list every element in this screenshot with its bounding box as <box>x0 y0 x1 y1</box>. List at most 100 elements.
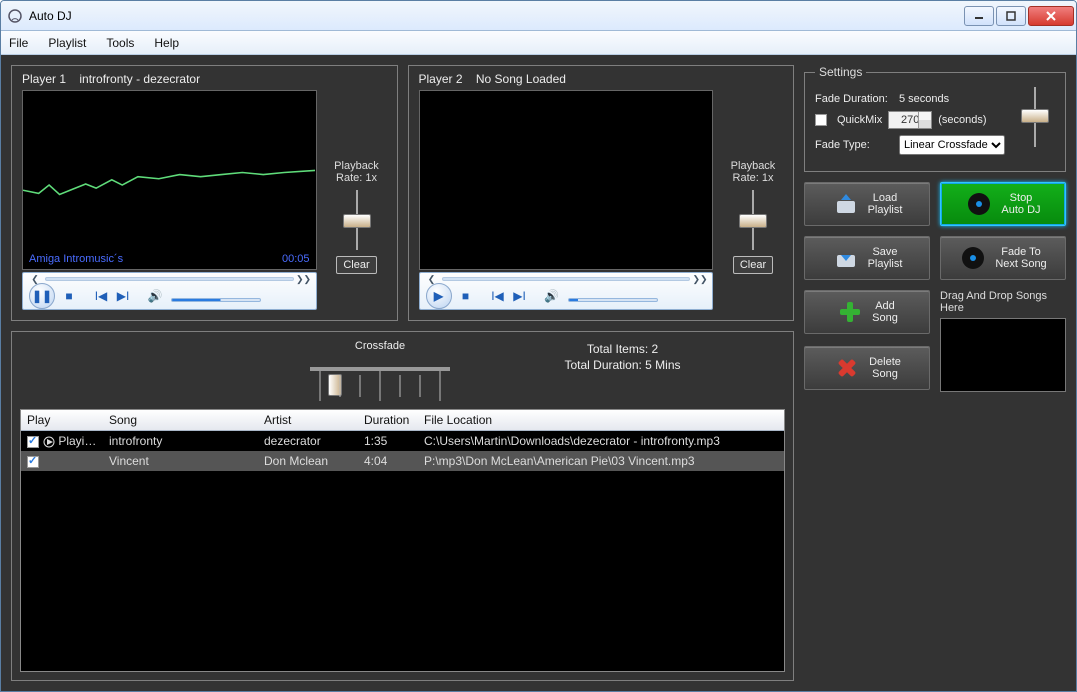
player-1-seek[interactable] <box>45 277 294 281</box>
player-2-stop-button[interactable]: ■ <box>458 288 474 304</box>
fade-duration-slider[interactable] <box>1015 87 1055 147</box>
player-2-rate-slider[interactable] <box>736 190 770 250</box>
crossfade-slider[interactable] <box>310 367 450 401</box>
settings-panel: Settings Fade Duration: 5 seconds QuickM… <box>804 65 1066 172</box>
quickmix-unit: (seconds) <box>938 114 986 126</box>
player-1-songname: introfronty - dezecrator <box>79 72 200 86</box>
settings-legend: Settings <box>815 65 866 79</box>
playing-indicator <box>43 436 55 448</box>
player-1-stop-button[interactable]: ■ <box>61 288 77 304</box>
x-icon <box>833 354 861 382</box>
player-2-mute-button[interactable]: 🔊 <box>544 288 560 304</box>
player-1-now-title: Amiga Intromusic´s <box>29 253 123 265</box>
app-window: Auto DJ File Playlist Tools Help Player … <box>0 0 1077 692</box>
row-duration: 1:35 <box>358 431 418 451</box>
fade-duration-value: 5 seconds <box>899 93 949 105</box>
add-song-button[interactable]: AddSong <box>804 290 930 334</box>
close-button[interactable] <box>1028 6 1074 26</box>
player-2-transport: ❮ ❯❯ ▶ ■ I◀ ▶I <box>419 272 714 310</box>
fade-type-select[interactable]: Linear Crossfade <box>899 135 1005 155</box>
player-2-seek[interactable] <box>442 277 691 281</box>
row-play-status: Playing <box>55 434 98 448</box>
player-2-rate-value: Rate: 1x <box>723 172 783 184</box>
player-2-playpause-button[interactable]: ▶ <box>426 283 452 309</box>
delete-song-label: DeleteSong <box>869 356 901 380</box>
total-items: Total Items: 2 <box>470 342 775 356</box>
disc-icon <box>965 190 993 218</box>
player-2-songname: No Song Loaded <box>476 72 566 86</box>
col-location[interactable]: File Location <box>418 410 784 430</box>
window-title: Auto DJ <box>29 9 962 23</box>
save-playlist-icon <box>832 244 860 272</box>
player-2-clear-button[interactable]: Clear <box>733 256 773 274</box>
player-2-seek-back-icon[interactable]: ❮ <box>426 273 438 285</box>
load-playlist-label: LoadPlaylist <box>868 192 903 216</box>
player-2-next-button[interactable]: ▶I <box>512 288 528 304</box>
row-artist: Don Mclean <box>258 451 358 471</box>
save-playlist-button[interactable]: SavePlaylist <box>804 236 930 280</box>
load-playlist-icon <box>832 190 860 218</box>
col-song[interactable]: Song <box>103 410 258 430</box>
minimize-button[interactable] <box>964 6 994 26</box>
menu-tools[interactable]: Tools <box>106 36 134 50</box>
plus-icon <box>836 298 864 326</box>
player-1-label: Player 1 <box>22 72 66 86</box>
delete-song-button[interactable]: DeleteSong <box>804 346 930 390</box>
row-duration: 4:04 <box>358 451 418 471</box>
maximize-button[interactable] <box>996 6 1026 26</box>
player-1-rate-label: Playback <box>327 160 387 172</box>
drop-area[interactable] <box>940 318 1066 392</box>
col-artist[interactable]: Artist <box>258 410 358 430</box>
player-1-volume-slider[interactable] <box>171 298 261 302</box>
row-location: C:\Users\Martin\Downloads\dezecrator - i… <box>418 431 784 451</box>
fade-next-button[interactable]: Fade ToNext Song <box>940 236 1066 280</box>
player-2-seek-fwd-icon[interactable]: ❯❯ <box>694 273 706 285</box>
total-duration: Total Duration: 5 Mins <box>470 358 775 372</box>
row-checkbox[interactable] <box>27 456 39 468</box>
row-location: P:\mp3\Don McLean\American Pie\03 Vincen… <box>418 451 784 471</box>
player-1-seek-back-icon[interactable]: ❮ <box>29 273 41 285</box>
player-1-now-time: 00:05 <box>282 253 310 265</box>
fade-type-label: Fade Type: <box>815 139 893 151</box>
row-artist: dezecrator <box>258 431 358 451</box>
client-area: Player 1 introfronty - dezecrator Amiga … <box>1 55 1076 691</box>
player-1-prev-button[interactable]: I◀ <box>93 288 109 304</box>
col-play[interactable]: Play <box>21 410 103 430</box>
menu-help[interactable]: Help <box>154 36 179 50</box>
quickmix-checkbox[interactable] <box>815 114 827 126</box>
player-1-seek-fwd-icon[interactable]: ❯❯ <box>298 273 310 285</box>
stop-autodj-button[interactable]: StopAuto DJ <box>940 182 1066 226</box>
quickmix-label: QuickMix <box>837 114 882 126</box>
menu-file[interactable]: File <box>9 36 28 50</box>
player-1-waveform[interactable]: Amiga Intromusic´s 00:05 <box>22 90 317 270</box>
titlebar: Auto DJ <box>1 1 1076 31</box>
col-duration[interactable]: Duration <box>358 410 418 430</box>
stop-autodj-label: StopAuto DJ <box>1001 192 1040 216</box>
table-row[interactable]: Playing introfrontydezecrator1:35C:\Users… <box>21 431 784 451</box>
playlist-header-row: Play Song Artist Duration File Location <box>21 410 784 431</box>
player-1-rate-slider[interactable] <box>340 190 374 250</box>
add-song-label: AddSong <box>872 300 898 324</box>
player-2-waveform[interactable] <box>419 90 714 270</box>
drop-area-label: Drag And Drop Songs Here <box>940 290 1066 314</box>
playlist-table: Play Song Artist Duration File Location … <box>20 409 785 672</box>
player-1-transport: ❮ ❯❯ ❚❚ ■ I◀ ▶I <box>22 272 317 310</box>
save-playlist-label: SavePlaylist <box>868 246 903 270</box>
player-2-prev-button[interactable]: I◀ <box>490 288 506 304</box>
player-2-volume-slider[interactable] <box>568 298 658 302</box>
player-1-mute-button[interactable]: 🔊 <box>147 288 163 304</box>
load-playlist-button[interactable]: LoadPlaylist <box>804 182 930 226</box>
quickmix-value-spinner[interactable]: 270 <box>888 111 932 129</box>
row-checkbox[interactable] <box>27 436 39 448</box>
row-song: introfronty <box>103 431 258 451</box>
table-row[interactable]: VincentDon Mclean4:04P:\mp3\Don McLean\A… <box>21 451 784 471</box>
player-1-next-button[interactable]: ▶I <box>115 288 131 304</box>
player-2-label: Player 2 <box>419 72 463 86</box>
menubar: File Playlist Tools Help <box>1 31 1076 55</box>
fade-duration-label: Fade Duration: <box>815 93 893 105</box>
player-1-panel: Player 1 introfronty - dezecrator Amiga … <box>11 65 398 321</box>
player-1-clear-button[interactable]: Clear <box>336 256 376 274</box>
player-1-playpause-button[interactable]: ❚❚ <box>29 283 55 309</box>
row-song: Vincent <box>103 451 258 471</box>
menu-playlist[interactable]: Playlist <box>48 36 86 50</box>
